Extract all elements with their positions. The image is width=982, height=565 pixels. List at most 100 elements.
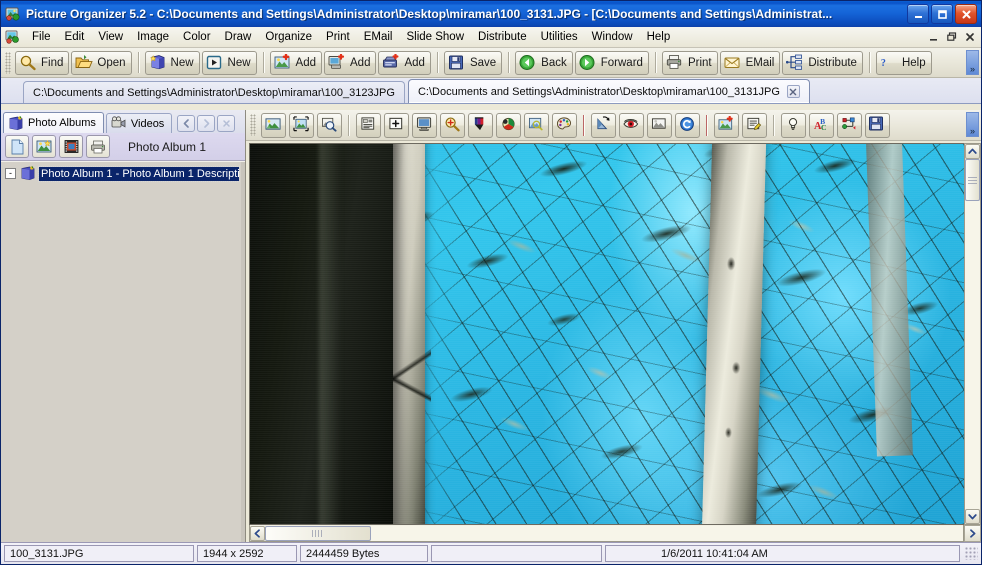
back-button[interactable]: Back <box>515 50 573 75</box>
menu-item-distribute[interactable]: Distribute <box>471 29 534 46</box>
palette-button[interactable] <box>551 112 577 138</box>
plus-box-icon <box>388 116 405 135</box>
zoom-in-button[interactable] <box>383 112 409 138</box>
rotate-button[interactable] <box>590 112 616 138</box>
annotate-button[interactable] <box>741 112 767 138</box>
video-camera-icon <box>111 116 127 131</box>
album-toolbar: Photo Album 1 <box>1 133 245 161</box>
image-toolbar-overflow-label: » <box>969 126 975 136</box>
toolbar-separator <box>262 52 264 73</box>
full-screen-button[interactable] <box>411 112 437 138</box>
forward-button[interactable]: Forward <box>574 50 649 75</box>
color-balance-button[interactable] <box>495 112 521 138</box>
menu-item-email[interactable]: EMail <box>357 29 400 46</box>
menu-item-print[interactable]: Print <box>319 29 357 46</box>
menu-item-window[interactable]: Window <box>585 29 640 46</box>
menu-item-edit[interactable]: Edit <box>58 29 92 46</box>
tab-photo-albums[interactable]: Photo Albums <box>3 112 104 133</box>
effects-button[interactable] <box>467 112 493 138</box>
horizontal-scroll-track[interactable] <box>371 525 963 541</box>
undo-button[interactable] <box>674 112 700 138</box>
maximize-button[interactable] <box>931 4 953 24</box>
edit-image-button[interactable] <box>523 112 549 138</box>
toolbar-grip[interactable] <box>5 51 11 74</box>
menu-item-image[interactable]: Image <box>130 29 176 46</box>
document-tab[interactable]: C:\Documents and Settings\Administrator\… <box>407 79 810 103</box>
add-button[interactable]: Add <box>324 50 377 75</box>
new-button[interactable]: New <box>144 50 200 75</box>
svg-text:?: ? <box>881 58 886 69</box>
menu-item-organize[interactable]: Organize <box>258 29 319 46</box>
tree-expander[interactable]: - <box>5 168 16 179</box>
document-tab-close-icon[interactable] <box>786 85 800 98</box>
image-vertical-scrollbar[interactable] <box>964 143 981 525</box>
vertical-scroll-thumb[interactable] <box>965 159 980 201</box>
image-info-button[interactable] <box>316 112 342 138</box>
image-info-icon <box>321 116 338 135</box>
album-prev-button[interactable] <box>177 115 196 132</box>
main-toolbar: Find Open New New Add Add Add Save Back Forward Pr… <box>1 48 981 78</box>
menu-item-view[interactable]: View <box>91 29 130 46</box>
add-photo-button[interactable] <box>713 112 739 138</box>
image-toolbar-overflow-button[interactable]: » <box>966 112 979 137</box>
image-horizontal-scrollbar[interactable] <box>249 525 964 542</box>
mdi-restore-button[interactable] <box>943 29 960 45</box>
album-next-button[interactable] <box>197 115 216 132</box>
print-album-button[interactable] <box>86 135 110 158</box>
image-toolbar-grip[interactable] <box>250 114 256 136</box>
add-image-button[interactable] <box>32 135 56 158</box>
horizontal-scroll-thumb[interactable] <box>265 525 371 541</box>
menu-item-slide-show[interactable]: Slide Show <box>399 29 471 46</box>
monitor-icon <box>416 116 433 135</box>
brightness-button[interactable] <box>780 112 806 138</box>
zoom-tool-button[interactable] <box>439 112 465 138</box>
document-tab[interactable]: C:\Documents and Settings\Administrator\… <box>23 81 405 103</box>
mdi-minimize-button[interactable] <box>925 29 942 45</box>
album-close-button[interactable] <box>217 115 236 132</box>
add-button[interactable]: Add <box>378 50 431 75</box>
transform-nodes-icon <box>841 116 858 135</box>
toolbar-overflow-button[interactable]: » <box>966 50 979 75</box>
add-video-button[interactable] <box>59 135 83 158</box>
help-button[interactable]: ? Help <box>875 50 932 75</box>
save-image-button[interactable] <box>864 112 890 138</box>
toolbar-buttons: Find Open New New Add Add Add Save Back Forward Pr… <box>14 50 933 75</box>
open-button[interactable]: Open <box>71 50 132 75</box>
photo-viewport[interactable] <box>249 143 964 525</box>
album-panel-tabs: Photo Albums Videos <box>1 110 245 133</box>
album-tree-scrollbar[interactable] <box>241 162 245 542</box>
scroll-up-button[interactable] <box>965 144 980 159</box>
save-button[interactable]: Save <box>443 50 503 75</box>
menu-item-file[interactable]: File <box>25 29 58 46</box>
tree-item-photo-album-1[interactable]: - Photo Album 1 - Photo Album 1 Descript… <box>1 165 245 182</box>
transform-button[interactable] <box>836 112 862 138</box>
thumbnails-button[interactable] <box>260 112 286 138</box>
menu-item-help[interactable]: Help <box>640 29 678 46</box>
minimize-button[interactable] <box>907 4 929 24</box>
new-page-button[interactable] <box>5 135 29 158</box>
save-disk-icon <box>868 115 886 135</box>
menu-item-draw[interactable]: Draw <box>218 29 259 46</box>
scroll-right-button[interactable] <box>964 525 981 542</box>
red-eye-button[interactable] <box>618 112 644 138</box>
new-video-icon <box>206 54 224 71</box>
scroll-left-button[interactable] <box>250 525 265 541</box>
distribute-button[interactable]: Distribute <box>782 50 863 75</box>
properties-button[interactable] <box>355 112 381 138</box>
text-tool-button[interactable]: ABC <box>808 112 834 138</box>
scroll-down-button[interactable] <box>965 509 980 524</box>
tab-videos[interactable]: Videos <box>105 113 173 133</box>
mdi-close-button[interactable] <box>961 29 978 45</box>
email-button[interactable]: EMail <box>719 50 781 75</box>
fit-to-window-button[interactable] <box>288 112 314 138</box>
menu-item-utilities[interactable]: Utilities <box>534 29 585 46</box>
add-button[interactable]: Add <box>269 50 323 75</box>
resize-grip[interactable] <box>965 547 978 560</box>
grayscale-button[interactable] <box>646 112 672 138</box>
new-button[interactable]: New <box>201 50 257 75</box>
vertical-scroll-track[interactable] <box>965 201 980 509</box>
close-button[interactable] <box>955 4 977 24</box>
find-button[interactable]: Find <box>15 50 70 75</box>
print-button[interactable]: Print <box>661 50 718 75</box>
menu-item-color[interactable]: Color <box>176 29 217 46</box>
